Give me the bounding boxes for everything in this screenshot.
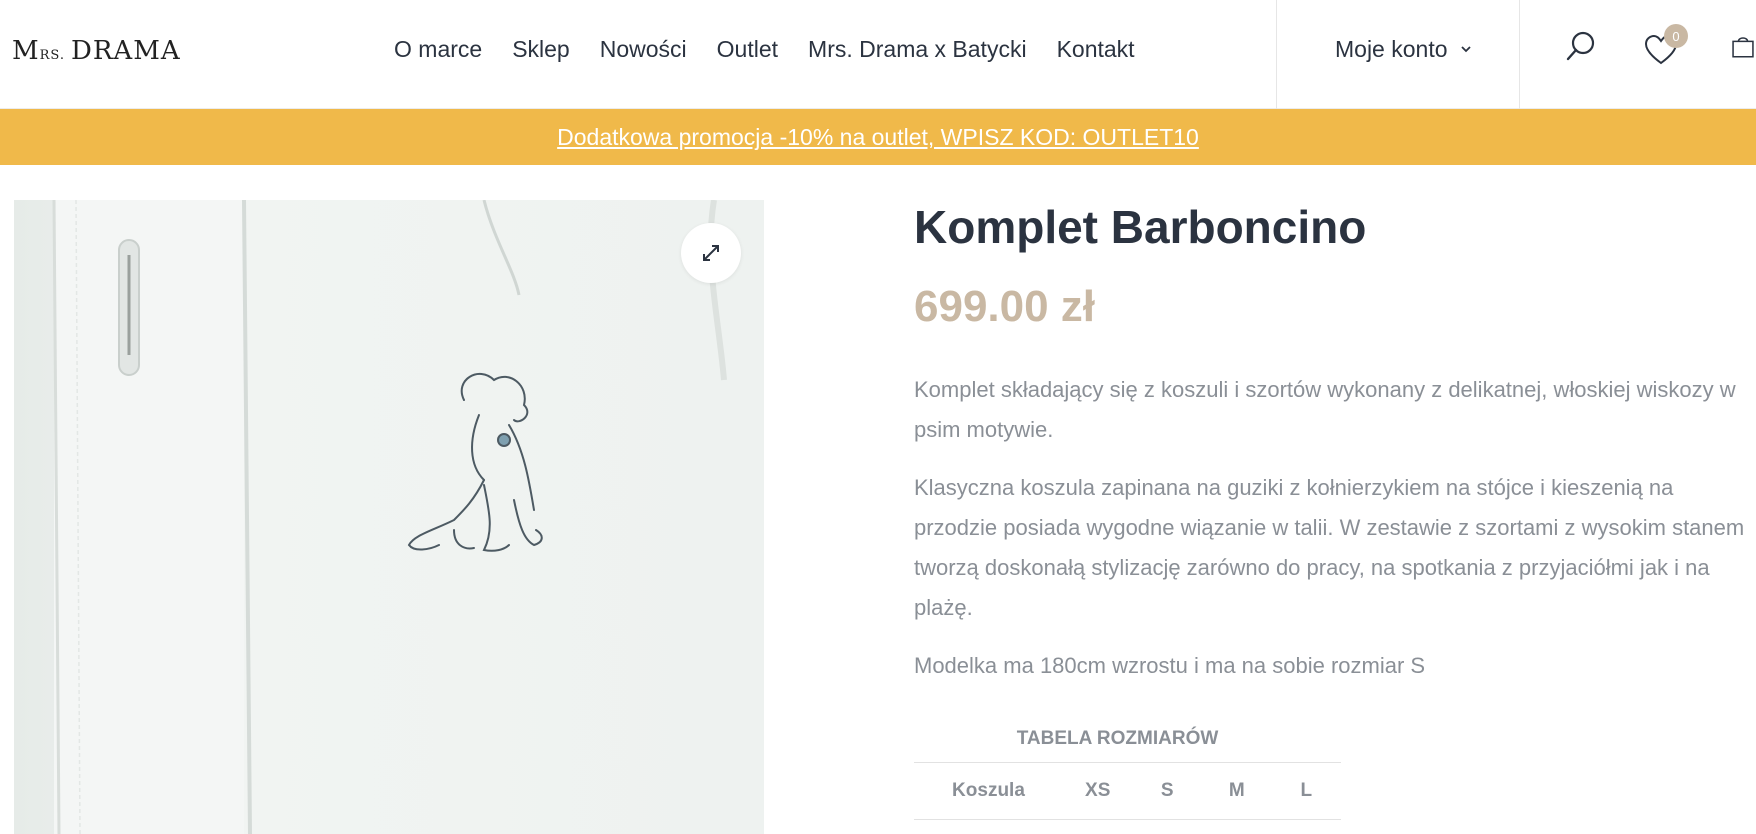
- header-divider: [1519, 0, 1520, 109]
- main-nav: O marce Sklep Nowości Outlet Mrs. Drama …: [394, 30, 1165, 68]
- logo-text-drama: DRAMA: [71, 36, 181, 66]
- cart-button[interactable]: [1730, 26, 1756, 66]
- size-table-cell: M: [1228, 780, 1245, 801]
- nav-item-o-marce[interactable]: O marce: [394, 36, 482, 63]
- size-table: TABELA ROZMIARÓW Koszula XS S M L: [914, 716, 1341, 820]
- size-table-cell: XS: [1085, 780, 1111, 801]
- product-description-2: Klasyczna koszula zapinana na guziki z k…: [914, 475, 1745, 620]
- product-image[interactable]: [14, 200, 764, 834]
- header-divider: [1276, 0, 1277, 109]
- nav-item-kontakt[interactable]: Kontakt: [1057, 36, 1135, 63]
- cart-icon: [1732, 37, 1754, 58]
- search-button[interactable]: [1561, 26, 1601, 66]
- brand-logo[interactable]: M RS. DRAMA: [12, 36, 181, 68]
- account-menu[interactable]: Moje konto: [1335, 30, 1472, 68]
- size-table-header-row: Koszula XS S M L: [914, 762, 1341, 820]
- search-icon: [1566, 31, 1595, 61]
- logo-text-m: M: [12, 36, 40, 66]
- product-title: Komplet Barboncino: [914, 201, 1367, 253]
- expand-icon: [703, 245, 719, 261]
- size-table-cell: S: [1160, 780, 1174, 801]
- product-price: 699.00 zł: [914, 282, 1096, 331]
- nav-item-outlet[interactable]: Outlet: [717, 36, 778, 63]
- logo-text-rs: RS.: [39, 48, 65, 63]
- nav-item-sklep[interactable]: Sklep: [512, 36, 570, 63]
- account-label: Moje konto: [1335, 35, 1448, 62]
- size-table-cell: Koszula: [952, 780, 1025, 801]
- product-description-1: Komplet składający się z koszuli i szort…: [914, 377, 1736, 442]
- size-table-cell: L: [1300, 780, 1313, 801]
- zoom-button[interactable]: [681, 223, 741, 283]
- site-header: M RS. DRAMA O marce Sklep Nowości Outlet…: [0, 0, 1756, 109]
- product-description-3: Modelka ma 180cm wzrostu i ma na sobie r…: [914, 653, 1426, 678]
- nav-item-nowosci[interactable]: Nowości: [600, 36, 687, 63]
- size-table-caption: TABELA ROZMIARÓW: [1016, 728, 1219, 749]
- shirt-photo: [14, 200, 764, 834]
- promo-link[interactable]: Dodatkowa promocja -10% na outlet, WPISZ…: [557, 124, 1199, 151]
- nav-item-batycki[interactable]: Mrs. Drama x Batycki: [808, 36, 1027, 63]
- wishlist-count-badge: 0: [1664, 24, 1688, 48]
- chevron-down-icon: [1460, 46, 1471, 53]
- promo-bar: Dodatkowa promocja -10% na outlet, WPISZ…: [0, 109, 1756, 165]
